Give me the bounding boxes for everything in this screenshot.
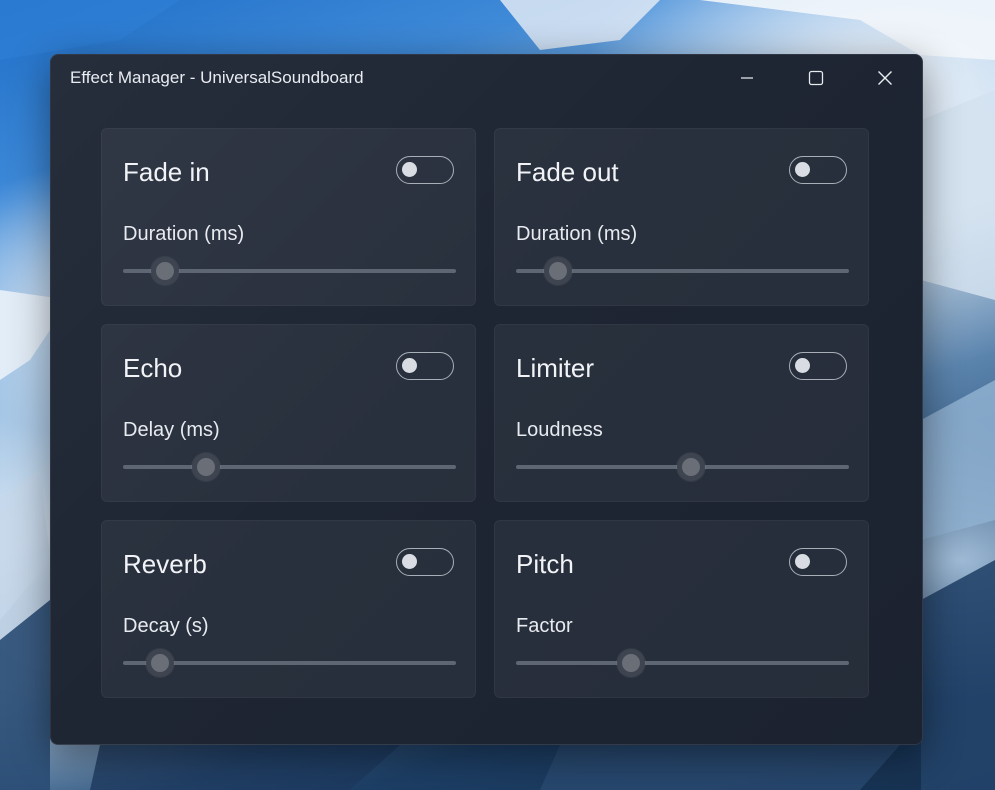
effect-title: Reverb xyxy=(123,549,207,579)
effect-title: Fade in xyxy=(123,157,210,187)
minimize-icon xyxy=(741,77,753,79)
effect-manager-window: Effect Manager - UniversalSoundboard Fad… xyxy=(50,54,923,745)
effect-title: Fade out xyxy=(516,157,619,187)
toggle-knob xyxy=(402,554,417,569)
effect-card-limiter: Limiter Loudness xyxy=(494,324,869,502)
toggle-knob xyxy=(402,162,417,177)
toggle-knob xyxy=(795,554,810,569)
toggle-knob xyxy=(402,358,417,373)
echo-delay-slider[interactable] xyxy=(123,453,456,481)
effect-title: Echo xyxy=(123,353,183,383)
param-label: Loudness xyxy=(516,419,603,441)
param-label: Duration (ms) xyxy=(123,223,245,245)
minimize-button[interactable] xyxy=(713,55,781,101)
slider-thumb[interactable] xyxy=(192,453,221,481)
limiter-loudness-slider[interactable] xyxy=(516,453,849,481)
slider-thumb[interactable] xyxy=(150,257,179,285)
desktop-background: Effect Manager - UniversalSoundboard Fad… xyxy=(0,0,995,790)
effect-card-fade-in: Fade in Duration (ms) xyxy=(101,128,476,306)
reverb-decay-slider[interactable] xyxy=(123,649,456,677)
maximize-icon xyxy=(808,70,824,86)
slider-thumb[interactable] xyxy=(676,453,705,481)
slider-track xyxy=(516,661,849,665)
slider-thumb[interactable] xyxy=(616,649,645,677)
param-label: Delay (ms) xyxy=(123,419,220,441)
window-title: Effect Manager - UniversalSoundboard xyxy=(70,68,364,87)
reverb-toggle[interactable] xyxy=(396,548,454,576)
close-icon xyxy=(878,71,892,85)
echo-toggle[interactable] xyxy=(396,352,454,380)
effect-title: Pitch xyxy=(516,549,574,579)
param-label: Factor xyxy=(516,615,573,637)
slider-thumb[interactable] xyxy=(145,649,174,677)
param-label: Decay (s) xyxy=(123,615,209,637)
fade-out-toggle[interactable] xyxy=(789,156,847,184)
toggle-knob xyxy=(795,162,810,177)
close-button[interactable] xyxy=(851,55,919,101)
slider-track xyxy=(123,465,456,469)
param-label: Duration (ms) xyxy=(516,223,638,245)
effect-card-echo: Echo Delay (ms) xyxy=(101,324,476,502)
pitch-toggle[interactable] xyxy=(789,548,847,576)
slider-thumb[interactable] xyxy=(543,257,572,285)
fade-in-toggle[interactable] xyxy=(396,156,454,184)
effects-grid: Fade in Duration (ms) Fade out Duration … xyxy=(101,128,869,698)
toggle-knob xyxy=(795,358,810,373)
title-bar[interactable]: Effect Manager - UniversalSoundboard xyxy=(51,55,922,101)
effect-card-fade-out: Fade out Duration (ms) xyxy=(494,128,869,306)
effect-card-pitch: Pitch Factor xyxy=(494,520,869,698)
pitch-factor-slider[interactable] xyxy=(516,649,849,677)
effect-card-reverb: Reverb Decay (s) xyxy=(101,520,476,698)
effect-title: Limiter xyxy=(516,353,595,383)
maximize-button[interactable] xyxy=(782,55,850,101)
fade-out-duration-slider[interactable] xyxy=(516,257,849,285)
limiter-toggle[interactable] xyxy=(789,352,847,380)
fade-in-duration-slider[interactable] xyxy=(123,257,456,285)
